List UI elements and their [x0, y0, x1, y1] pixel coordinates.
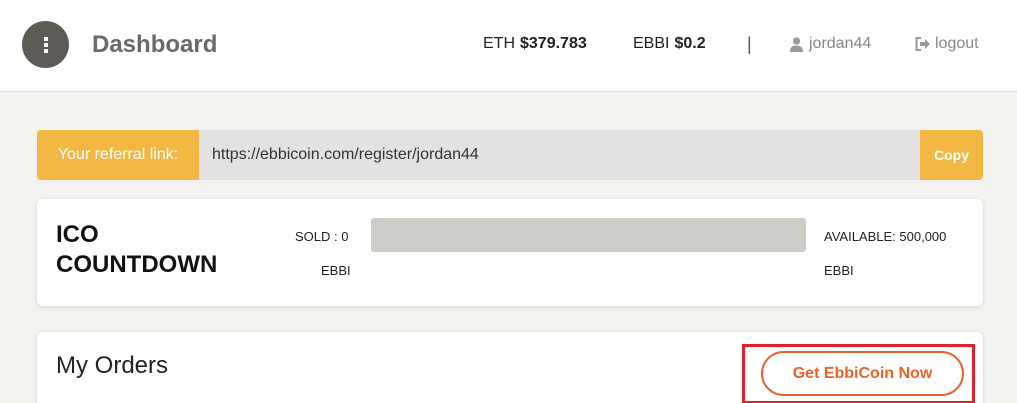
logout-icon: [915, 37, 930, 51]
logout-link[interactable]: logout: [915, 35, 979, 53]
ebbi-label: EBBI: [633, 35, 670, 52]
ico-title: ICO COUNTDOWN: [56, 221, 218, 278]
header-separator: |: [747, 34, 752, 54]
my-orders-card: My Orders Get EbbiCoin Now: [37, 332, 983, 403]
ebbi-price: $0.2: [674, 35, 706, 52]
sold-unit: EBBI: [321, 263, 351, 278]
page-title: Dashboard: [92, 31, 218, 58]
available-unit: EBBI: [824, 263, 854, 278]
menu-dots-icon: [43, 36, 48, 53]
top-bar: Dashboard ETH $379.783 EBBI $0.2 | jordan4…: [0, 0, 1017, 92]
eth-price: $379.783: [520, 35, 587, 52]
menu-button[interactable]: [22, 21, 69, 68]
eth-label: ETH: [483, 35, 515, 52]
copy-button[interactable]: Copy: [920, 130, 983, 180]
available-count: AVAILABLE: 500,000: [824, 229, 947, 244]
sold-count: SOLD : 0: [295, 229, 349, 244]
user-icon: [790, 36, 803, 52]
username: jordan44: [809, 35, 872, 52]
referral-bar: Your referral link: Copy: [37, 130, 983, 180]
user-menu[interactable]: jordan44: [790, 35, 871, 53]
referral-link-input[interactable]: [199, 130, 920, 180]
get-ebbicoin-button[interactable]: Get EbbiCoin Now: [761, 351, 964, 396]
orders-title: My Orders: [56, 352, 169, 379]
ebbi-price-ticker: EBBI $0.2: [633, 35, 706, 53]
eth-price-ticker: ETH $379.783: [483, 35, 587, 53]
logout-label: logout: [935, 35, 979, 52]
ico-progress-bar: [371, 218, 806, 252]
referral-label: Your referral link:: [37, 130, 199, 180]
ico-countdown-card: ICO COUNTDOWN SOLD : 0 EBBI AVAILABLE: 5…: [37, 199, 983, 306]
